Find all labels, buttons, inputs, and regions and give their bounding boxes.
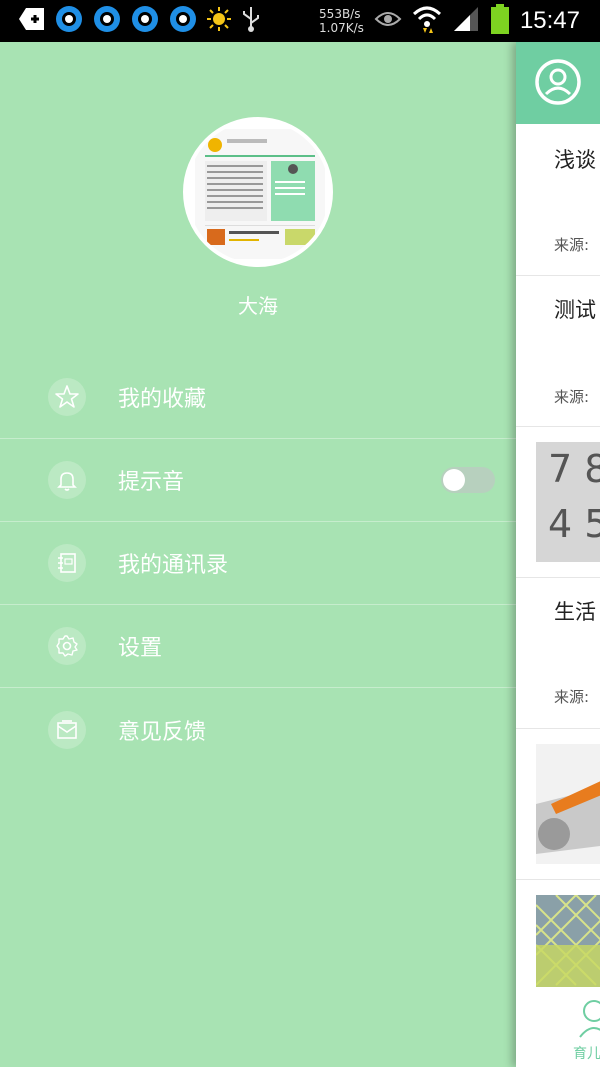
card-source: 来源: bbox=[554, 388, 590, 406]
menu-label-contacts: 我的通讯录 bbox=[118, 553, 229, 578]
menu-item-favorites[interactable]: 我的收藏 bbox=[0, 356, 516, 439]
eye-icon bbox=[374, 9, 402, 33]
status-bar: 553B/s 1.07K/s 15:47 bbox=[0, 0, 600, 42]
card-thumbnail bbox=[535, 894, 600, 987]
speed-up: 553B/s bbox=[319, 7, 361, 21]
drawer-menu: 我的收藏 提示音 我的通讯录 设置 意见反馈 bbox=[0, 356, 516, 771]
speed-down: 1.07K/s bbox=[319, 21, 364, 35]
qq-icon bbox=[130, 4, 160, 38]
avatar[interactable] bbox=[183, 117, 333, 267]
qq-icon bbox=[168, 4, 198, 38]
star-icon bbox=[48, 378, 86, 416]
main-content-panel[interactable]: 浅谈 来源: 测试 来源: 7 84 5 生活 来源: 育儿 bbox=[516, 42, 600, 1067]
wifi-icon bbox=[412, 4, 442, 38]
svg-text:7 8: 7 8 bbox=[548, 447, 600, 491]
menu-label-feedback: 意见反馈 bbox=[118, 719, 207, 745]
menu-label-settings: 设置 bbox=[118, 636, 163, 661]
card-title: 测试 bbox=[554, 298, 596, 322]
usb-icon bbox=[240, 5, 262, 37]
card-thumbnail: 7 84 5 bbox=[536, 442, 600, 562]
bottom-tab-bar: 育儿 bbox=[516, 987, 600, 1067]
svg-text:4 5: 4 5 bbox=[548, 502, 600, 546]
signal-icon bbox=[452, 5, 480, 37]
menu-item-notification-sound[interactable]: 提示音 bbox=[0, 439, 516, 522]
sun-icon bbox=[206, 6, 232, 36]
content-header bbox=[516, 42, 600, 124]
toggle-knob bbox=[443, 469, 465, 491]
clock-time: 15:47 bbox=[519, 7, 580, 34]
user-profile-icon[interactable] bbox=[534, 58, 582, 110]
news-card[interactable]: 生活 来源: bbox=[516, 578, 600, 729]
card-source: 来源: bbox=[554, 688, 590, 706]
contacts-icon bbox=[48, 544, 86, 582]
qq-icon bbox=[92, 4, 122, 38]
news-card[interactable]: 7 84 5 bbox=[516, 427, 600, 578]
battery-icon bbox=[490, 4, 510, 38]
card-title: 生活 bbox=[554, 600, 596, 624]
news-card[interactable] bbox=[516, 729, 600, 880]
menu-label-favorites: 我的收藏 bbox=[118, 387, 207, 412]
notification-sound-toggle[interactable] bbox=[441, 467, 495, 493]
news-card[interactable] bbox=[516, 880, 600, 987]
add-notification-icon bbox=[18, 6, 46, 36]
username: 大海 bbox=[238, 294, 278, 318]
feedback-icon bbox=[48, 710, 86, 749]
card-title: 浅谈 bbox=[554, 148, 596, 172]
qq-icon bbox=[54, 4, 84, 38]
bell-icon bbox=[48, 461, 86, 499]
tab-label-parenting[interactable]: 育儿 bbox=[573, 1043, 600, 1063]
gear-icon bbox=[48, 627, 86, 665]
menu-item-feedback[interactable]: 意见反馈 bbox=[0, 688, 516, 771]
menu-label-notification-sound: 提示音 bbox=[118, 470, 185, 495]
avatar-image bbox=[195, 129, 325, 259]
news-card[interactable]: 测试 来源: bbox=[516, 276, 600, 427]
menu-item-settings[interactable]: 设置 bbox=[0, 605, 516, 688]
network-speed: 553B/s 1.07K/s bbox=[319, 7, 364, 35]
card-source: 来源: bbox=[554, 236, 590, 254]
navigation-drawer: 大海 我的收藏 提示音 我的通讯录 设置 意见反馈 bbox=[0, 42, 516, 1067]
card-thumbnail bbox=[536, 744, 600, 864]
news-card[interactable]: 浅谈 来源: bbox=[516, 124, 600, 276]
parenting-tab-icon[interactable] bbox=[574, 997, 600, 1045]
menu-item-contacts[interactable]: 我的通讯录 bbox=[0, 522, 516, 605]
